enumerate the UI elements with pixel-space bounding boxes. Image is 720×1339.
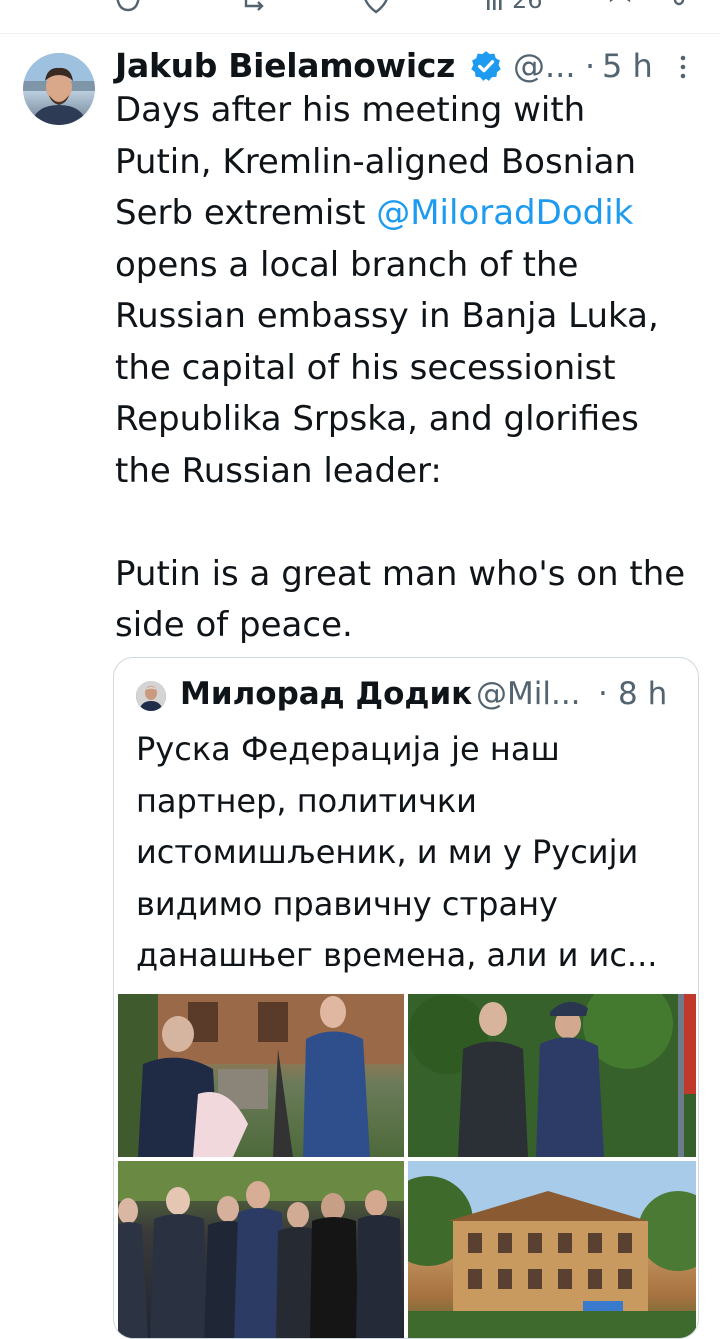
media-photo[interactable] xyxy=(118,1161,404,1338)
media-photo[interactable] xyxy=(408,994,696,1157)
bookmark-icon[interactable] xyxy=(605,0,635,16)
retweet-icon[interactable] xyxy=(240,0,270,16)
separator-dot: · xyxy=(585,47,596,85)
verified-badge-icon xyxy=(471,51,501,81)
quoted-tweet-card[interactable]: Милорад Додик @Mil... · 8 h Руска Федера… xyxy=(113,657,699,1339)
tweet-timestamp[interactable]: 5 h xyxy=(602,44,653,88)
media-photo[interactable] xyxy=(408,1161,696,1338)
tweet-text: Days after his meeting with Putin, Kreml… xyxy=(115,85,705,652)
separator-dot: · xyxy=(598,676,608,712)
mention-link[interactable]: @MiloradDodik xyxy=(376,193,633,233)
tweet-action-bar: 26 xyxy=(0,0,720,30)
views-icon[interactable] xyxy=(483,0,513,16)
quoted-avatar[interactable] xyxy=(136,681,166,711)
quoted-timestamp[interactable]: 8 h xyxy=(618,672,667,716)
quoted-header: Милорад Додик @Mil... · 8 h xyxy=(180,672,690,716)
media-photo[interactable] xyxy=(118,994,404,1157)
more-options-icon[interactable] xyxy=(677,54,689,80)
quoted-author-name[interactable]: Милорад Додик xyxy=(180,672,472,716)
author-handle[interactable]: @... xyxy=(513,44,576,88)
views-count: 26 xyxy=(512,0,543,14)
share-icon[interactable] xyxy=(655,0,685,16)
divider xyxy=(0,33,720,34)
quoted-text: Руска Федерација је наш партнер, политич… xyxy=(136,730,658,974)
avatar[interactable] xyxy=(23,53,95,125)
tweet-header: Jakub Bielamowicz @... · 5 h xyxy=(115,44,705,88)
like-icon[interactable] xyxy=(361,0,391,16)
author-name[interactable]: Jakub Bielamowicz xyxy=(115,44,455,88)
reply-icon[interactable] xyxy=(113,0,143,16)
tweet-text-part: opens a local branch of the Russian emba… xyxy=(115,244,686,646)
quoted-author-handle[interactable]: @Mil... xyxy=(476,672,581,716)
